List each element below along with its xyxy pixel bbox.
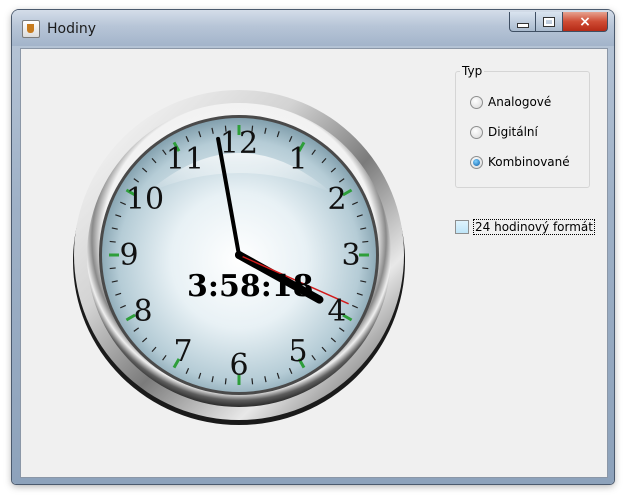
radio-button-selected[interactable] [470, 155, 483, 169]
numeral-11: 11 [165, 142, 205, 177]
minimize-icon [516, 23, 529, 28]
type-group: Typ Analogové Digitální Kombinované [455, 64, 590, 188]
window-title: Hodiny [47, 21, 97, 37]
radio-label: Kombinované [488, 155, 570, 169]
numeral-12: 12 [219, 126, 259, 161]
radio-combined[interactable]: Kombinované [470, 155, 570, 169]
radio-button[interactable] [470, 125, 483, 139]
numeral-5: 5 [288, 334, 308, 369]
numeral-3: 3 [341, 238, 361, 273]
numeral-10: 10 [125, 182, 165, 217]
format-24h-checkbox[interactable] [455, 220, 469, 234]
numeral-7: 7 [173, 334, 193, 369]
maximize-button[interactable] [536, 12, 563, 32]
caption-buttons: × [509, 12, 608, 32]
close-button[interactable]: × [563, 12, 608, 32]
client-area: 12 1 2 3 4 5 6 7 8 9 10 11 3:58:18 Typ A… [20, 48, 608, 478]
radio-button[interactable] [470, 95, 483, 109]
numeral-6: 6 [229, 348, 249, 383]
java-app-icon[interactable] [22, 20, 40, 38]
numeral-9: 9 [119, 238, 139, 273]
title-bar[interactable]: Hodiny × [12, 10, 614, 46]
numeral-4: 4 [327, 294, 347, 329]
format-24h-option[interactable]: 24 hodinový formát [455, 219, 595, 235]
numeral-2: 2 [327, 182, 347, 217]
radio-label: Digitální [488, 125, 538, 139]
type-group-legend: Typ [460, 64, 485, 78]
maximize-icon [543, 16, 555, 27]
numeral-1: 1 [288, 142, 308, 177]
app-window: Hodiny × 12 1 2 3 4 5 6 7 8 9 10 11 3:58… [12, 10, 614, 484]
radio-analog[interactable]: Analogové [470, 95, 551, 109]
numeral-8: 8 [133, 294, 153, 329]
radio-digital[interactable]: Digitální [470, 125, 538, 139]
center-hub [235, 251, 243, 259]
format-24h-label: 24 hodinový formát [473, 219, 595, 235]
close-icon: × [579, 13, 591, 30]
radio-label: Analogové [488, 95, 552, 109]
minimize-button[interactable] [509, 12, 536, 32]
analog-clock: 12 1 2 3 4 5 6 7 8 9 10 11 3:58:18 [67, 83, 411, 427]
